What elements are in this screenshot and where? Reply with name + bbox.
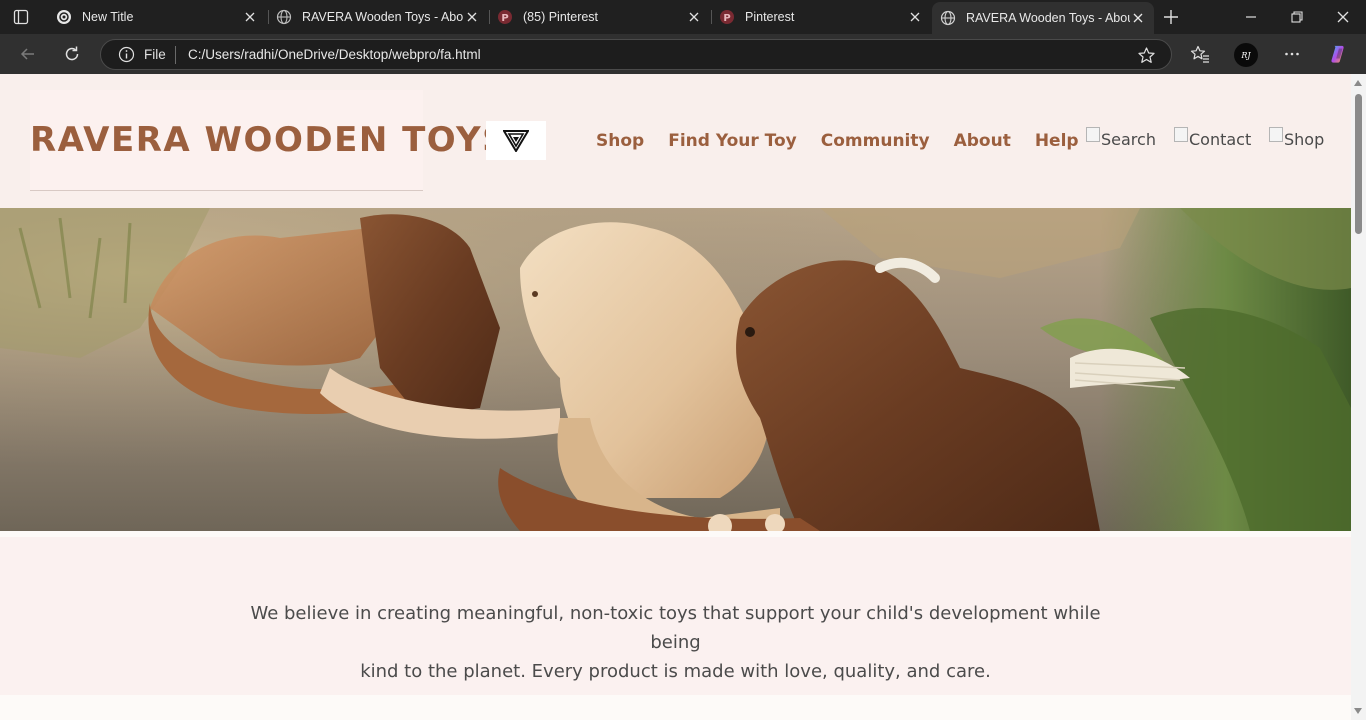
scrollbar-thumb[interactable] — [1355, 94, 1362, 234]
broken-image-icon — [1174, 127, 1188, 142]
nav-shop[interactable]: Shop — [596, 131, 644, 151]
tab-title: RAVERA Wooden Toys - About — [966, 11, 1130, 25]
globe-icon — [276, 9, 292, 25]
close-tab-icon[interactable] — [242, 9, 258, 25]
openai-icon — [56, 9, 72, 25]
svg-text:P: P — [723, 13, 730, 24]
nav-help[interactable]: Help — [1035, 131, 1079, 151]
close-tab-icon[interactable] — [1130, 10, 1146, 26]
restore-icon[interactable] — [1288, 8, 1306, 26]
tab-title: RAVERA Wooden Toys - About — [302, 10, 464, 24]
tab-title: New Title — [82, 10, 134, 24]
nav-community[interactable]: Community — [821, 131, 930, 151]
tab-ravera-about-active[interactable]: RAVERA Wooden Toys - About — [932, 2, 1154, 34]
tab-actions-icon[interactable] — [12, 8, 30, 26]
scroll-down-arrow-icon[interactable] — [1354, 708, 1362, 714]
main-nav: Shop Find Your Toy Community About Help — [596, 131, 1079, 151]
new-tab-icon[interactable] — [1162, 8, 1180, 26]
mission-line-2: kind to the planet. Every product is mad… — [360, 661, 991, 682]
more-options-icon[interactable] — [1282, 44, 1302, 64]
close-tab-icon[interactable] — [907, 9, 923, 25]
tab-ravera-about[interactable]: RAVERA Wooden Toys - About — [268, 0, 488, 34]
refresh-icon[interactable] — [62, 44, 82, 64]
favorite-star-icon[interactable] — [1137, 46, 1156, 65]
browser-toolbar: File C:/Users/radhi/OneDrive/Desktop/web… — [0, 34, 1366, 74]
copilot-icon[interactable] — [1328, 44, 1348, 64]
address-bar[interactable]: File C:/Users/radhi/OneDrive/Desktop/web… — [100, 39, 1172, 70]
pinterest-icon: P — [719, 9, 735, 25]
favorites-icon[interactable] — [1190, 44, 1210, 64]
hero-image — [0, 208, 1351, 531]
close-tab-icon[interactable] — [686, 9, 702, 25]
broken-image-icon — [1086, 127, 1100, 142]
tab-new-title[interactable]: New Title — [48, 0, 266, 34]
tab-pinterest-85[interactable]: P (85) Pinterest — [489, 0, 710, 34]
minimize-icon[interactable] — [1242, 8, 1260, 26]
logo[interactable]: RAVERA WOODEN TOYS — [30, 90, 507, 191]
scroll-up-arrow-icon[interactable] — [1354, 80, 1362, 86]
tab-pinterest[interactable]: P Pinterest — [711, 0, 931, 34]
contact-icon[interactable]: Contact — [1174, 127, 1252, 149]
search-icon[interactable]: Search — [1086, 127, 1156, 149]
close-window-icon[interactable] — [1334, 8, 1352, 26]
profile-avatar[interactable]: RJ — [1234, 43, 1258, 67]
close-tab-icon[interactable] — [464, 9, 480, 25]
address-divider — [175, 46, 176, 64]
cart-icon-alt: Shop — [1284, 130, 1325, 149]
tab-strip: New Title RAVERA Wooden Toys - About P (… — [0, 0, 1366, 34]
address-scheme-label: File — [144, 47, 166, 62]
mission-section: We believe in creating meaningful, non-t… — [0, 537, 1351, 695]
pinterest-icon: P — [497, 9, 513, 25]
broken-image-icon — [1269, 127, 1283, 142]
svg-text:P: P — [501, 13, 508, 24]
address-url[interactable]: C:/Users/radhi/OneDrive/Desktop/webpro/f… — [188, 47, 481, 62]
mission-text: We believe in creating meaningful, non-t… — [240, 599, 1111, 686]
mission-line-1: We believe in creating meaningful, non-t… — [250, 603, 1101, 653]
brand-emblem-icon[interactable] — [486, 121, 546, 160]
info-icon[interactable] — [118, 46, 135, 63]
tab-title: Pinterest — [745, 10, 795, 24]
nav-find-your-toy[interactable]: Find Your Toy — [668, 131, 797, 151]
globe-icon — [940, 10, 956, 26]
search-icon-alt: Search — [1101, 130, 1156, 149]
cart-icon[interactable]: Shop — [1269, 127, 1325, 149]
tab-title: (85) Pinterest — [523, 10, 599, 24]
nav-about[interactable]: About — [954, 131, 1011, 151]
logo-text: RAVERA WOODEN TOYS — [30, 120, 509, 160]
back-arrow-icon[interactable] — [18, 44, 38, 64]
page-scrollbar[interactable] — [1351, 74, 1366, 720]
web-page: RAVERA WOODEN TOYS Shop Find Your Toy Co… — [0, 74, 1351, 720]
contact-icon-alt: Contact — [1189, 130, 1252, 149]
site-header: RAVERA WOODEN TOYS Shop Find Your Toy Co… — [0, 74, 1351, 208]
